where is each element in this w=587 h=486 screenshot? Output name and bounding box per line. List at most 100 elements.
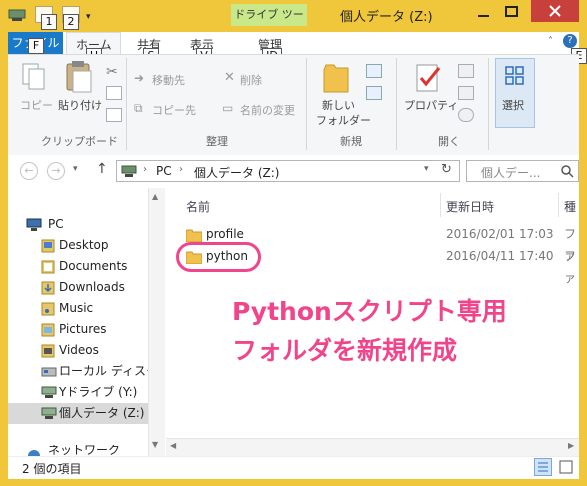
nav-item-videos[interactable]: Videos	[8, 340, 148, 361]
new-item-icon[interactable]	[366, 64, 382, 78]
new-group-label: 新規	[340, 135, 362, 148]
rename-button[interactable]: 名前の変更	[240, 102, 295, 118]
nav-item-label: Downloads	[59, 280, 125, 294]
rename-icon[interactable]: ▭	[222, 101, 233, 115]
qat-keytip-1: 1	[41, 14, 57, 30]
nav-item-downloads[interactable]: Downloads	[8, 277, 148, 298]
nav-item-z-drive[interactable]: 個人データ (Z:)	[8, 403, 148, 424]
nav-scrollbar[interactable]	[148, 188, 165, 456]
nav-item-label: Pictures	[59, 322, 107, 336]
copy-to-button[interactable]: コピー先	[152, 102, 196, 118]
back-icon[interactable]: ←	[20, 162, 38, 180]
help-icon[interactable]: ?	[563, 34, 577, 48]
delete-icon[interactable]: ✕	[224, 70, 235, 85]
address-dropdown-icon[interactable]: ▾	[424, 164, 429, 174]
history-icon[interactable]	[458, 108, 474, 122]
folder-icon	[41, 344, 55, 361]
collapse-ribbon-icon[interactable]: ˄	[548, 36, 553, 47]
breadcrumb-separator: ›	[179, 164, 183, 175]
file-date: 2016/02/01 17:03	[446, 227, 554, 241]
new-folder-label-2[interactable]: フォルダー	[316, 112, 371, 128]
breadcrumb-location[interactable]: 個人データ (Z:)	[194, 164, 279, 181]
new-folder-label-1[interactable]: 新しい	[322, 97, 355, 113]
properties-button-label[interactable]: プロパティ	[404, 97, 458, 113]
refresh-icon[interactable]: ↻	[441, 162, 452, 177]
maximize-button[interactable]	[498, 2, 525, 22]
easy-access-icon[interactable]	[366, 86, 382, 100]
search-placeholder: 個人デー...	[481, 166, 541, 180]
copy-path-icon[interactable]	[106, 86, 122, 100]
group-separator	[396, 58, 397, 150]
horizontal-scrollbar[interactable]	[166, 438, 579, 456]
paste-button-label[interactable]: 貼り付け	[58, 97, 102, 113]
copy-button-label[interactable]: コピー	[20, 97, 53, 113]
new-folder-icon[interactable]	[322, 60, 350, 99]
column-header-name[interactable]: 名前	[186, 198, 210, 215]
nav-item-label: Music	[59, 301, 94, 315]
move-to-icon[interactable]: ➜	[134, 71, 144, 85]
large-icons-view-icon[interactable]	[557, 458, 575, 476]
group-separator	[306, 58, 307, 150]
breadcrumb-separator: ›	[143, 164, 147, 175]
search-icon[interactable]	[560, 164, 574, 181]
folder-icon	[41, 281, 55, 298]
copy-to-icon[interactable]: ⧉	[134, 101, 143, 116]
paste-icon[interactable]	[64, 60, 94, 97]
delete-button[interactable]: 削除	[240, 72, 262, 88]
select-button-label: 選択	[502, 99, 524, 112]
pc-icon	[26, 218, 42, 235]
annotation-line-2: フォルダを新規作成	[232, 336, 458, 365]
nav-item-label: ローカル ディスク (C	[59, 364, 148, 378]
breadcrumb-pc[interactable]: PC	[156, 164, 172, 178]
highlight-circle	[176, 242, 261, 272]
keytip-file: F	[28, 38, 44, 54]
nav-item-desktop[interactable]: Desktop	[8, 235, 148, 256]
paste-shortcut-icon[interactable]	[106, 108, 122, 122]
details-view-icon[interactable]	[534, 458, 552, 476]
close-button[interactable]	[531, 0, 579, 22]
network-drive-icon	[41, 407, 57, 424]
nav-item-label: Documents	[59, 259, 128, 273]
column-header-date[interactable]: 更新日時	[446, 198, 494, 215]
forward-icon[interactable]: →	[47, 162, 65, 180]
up-icon[interactable]: ↑	[96, 161, 108, 177]
nav-item-label: ネットワーク	[48, 445, 121, 456]
scroll-left-icon[interactable]: ◀	[170, 441, 176, 450]
address-pc-icon	[121, 165, 137, 181]
window-title: 個人データ (Z:)	[340, 10, 433, 25]
recent-locations-icon[interactable]: ▾	[73, 164, 78, 174]
organize-group-label: 整理	[206, 135, 228, 148]
nav-item-local-disk[interactable]: ローカル ディスク (C	[8, 361, 148, 382]
nav-item-documents[interactable]: Documents	[8, 256, 148, 277]
column-divider[interactable]	[558, 193, 559, 217]
nav-item-network[interactable]: ネットワーク	[8, 445, 148, 456]
minimize-button[interactable]	[470, 2, 497, 22]
nav-item-label: Yドライブ (Y:)	[59, 385, 138, 399]
file-date: 2016/04/11 17:40	[446, 249, 554, 263]
properties-icon[interactable]	[413, 62, 443, 97]
nav-item-pictures[interactable]: Pictures	[8, 319, 148, 340]
move-to-button[interactable]: 移動先	[152, 72, 185, 88]
nav-item-label: Desktop	[59, 238, 109, 252]
nav-item-label: Videos	[59, 343, 99, 357]
scroll-up-icon[interactable]: ▲	[152, 192, 158, 201]
column-header-type[interactable]: 種	[564, 198, 576, 215]
group-separator	[488, 58, 489, 150]
folder-icon	[41, 302, 55, 319]
copy-icon[interactable]	[21, 62, 47, 95]
folder-icon	[41, 260, 55, 277]
column-divider[interactable]	[440, 193, 441, 217]
open-icon[interactable]	[458, 64, 474, 78]
nav-item-y-drive[interactable]: Yドライブ (Y:)	[8, 382, 148, 403]
cut-icon[interactable]: ✂	[106, 64, 118, 80]
scroll-right-icon[interactable]: ▶	[568, 441, 574, 450]
app-icon	[8, 8, 26, 22]
nav-item-label: PC	[48, 217, 64, 231]
edit-icon[interactable]	[458, 86, 474, 100]
nav-item-pc[interactable]: PC	[8, 214, 148, 235]
nav-item-music[interactable]: Music	[8, 298, 148, 319]
qat-keytip-2: 2	[63, 14, 79, 30]
file-type: ファ	[564, 249, 577, 285]
qat-dropdown-icon[interactable]: ▾	[86, 12, 91, 22]
scroll-down-icon[interactable]: ▼	[152, 440, 158, 449]
